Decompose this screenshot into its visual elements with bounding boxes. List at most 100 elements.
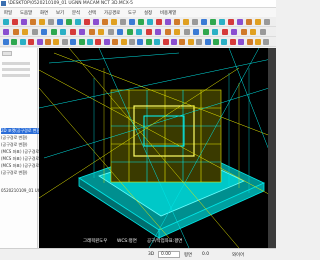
graphics-viewport[interactable]: 그래픽윈도우 WCS:평면 공구/작업좌표:평면: [39, 48, 276, 248]
toolbar-toolpath-icon[interactable]: [61, 39, 68, 45]
toolbar-toolpath-icon[interactable]: [103, 39, 110, 45]
toolbar-view-icon[interactable]: [126, 29, 133, 35]
toolbar-main-icon[interactable]: [12, 19, 18, 25]
toolbar-main-icon[interactable]: [84, 19, 90, 25]
toolbar-main-icon[interactable]: [3, 19, 9, 25]
status-plane[interactable]: 평면: [184, 252, 192, 258]
toolbar-toolpath-icon[interactable]: [78, 39, 85, 45]
toolbar-view-icon[interactable]: [31, 29, 38, 35]
toolbar-toolpath-icon[interactable]: [154, 39, 161, 45]
toolbar-view-icon[interactable]: [164, 29, 171, 35]
menu-tools[interactable]: 도구: [128, 10, 136, 16]
toolbar-view-icon[interactable]: [79, 29, 85, 35]
toolbar-view-icon[interactable]: [50, 29, 57, 35]
toolbar-toolpath-icon[interactable]: [238, 39, 245, 45]
toolbar-toolpath-icon[interactable]: [53, 39, 60, 45]
status-value-box[interactable]: 0.00: [158, 251, 180, 258]
toolbar-toolpath-icon[interactable]: [263, 39, 270, 45]
menu-help[interactable]: 도움말: [20, 10, 32, 16]
toolbar-toolpath-icon[interactable]: [145, 39, 152, 45]
toolbar-view-icon[interactable]: [60, 29, 66, 35]
toolbar-view-icon[interactable]: [88, 29, 95, 35]
toolbar-toolpath-icon[interactable]: [11, 39, 18, 45]
toolbar-view-icon[interactable]: [202, 29, 209, 35]
toolbar-main-icon[interactable]: [39, 19, 45, 25]
toolbar-toolpath-icon[interactable]: [28, 39, 35, 45]
menu-toolpath[interactable]: 가공경로: [104, 10, 120, 16]
toolbar-main-icon[interactable]: [111, 19, 117, 25]
toolbar-view-icon[interactable]: [117, 29, 123, 35]
toolbar-toolpath-icon[interactable]: [112, 39, 119, 45]
menu-select[interactable]: 선택: [88, 10, 96, 16]
toolbar-toolpath-icon[interactable]: [171, 39, 177, 45]
toolbar-view-icon[interactable]: [12, 29, 19, 35]
toolbar-view-icon[interactable]: [259, 29, 266, 35]
toolbar-view-icon[interactable]: [193, 29, 199, 35]
toolbar-main-icon[interactable]: [93, 19, 99, 25]
toolbar-toolpath-icon[interactable]: [187, 39, 194, 45]
toolbar-main-icon[interactable]: [138, 19, 144, 25]
status-3d[interactable]: 3D: [148, 252, 154, 257]
toolbar-view-icon[interactable]: [174, 29, 180, 35]
toolbar-main-icon[interactable]: [48, 19, 54, 25]
panel-tab[interactable]: [2, 51, 12, 56]
toolbar-main-icon[interactable]: [192, 19, 198, 25]
toolbar-main-icon[interactable]: [219, 19, 225, 25]
toolbar-main-icon[interactable]: [165, 19, 171, 25]
menu-view[interactable]: 보기: [56, 10, 64, 16]
toolbar-view-icon[interactable]: [107, 29, 114, 35]
toolbar-main-icon[interactable]: [228, 19, 234, 25]
toolbar-toolpath-icon[interactable]: [120, 39, 127, 45]
toolbar-view-icon[interactable]: [155, 29, 161, 35]
menu-analysis[interactable]: 분석: [72, 10, 80, 16]
toolbar-toolpath-icon[interactable]: [221, 39, 228, 45]
log-line[interactable]: (공구경로 변환): [1, 170, 27, 176]
log-line[interactable]: (공구경로 변환): [1, 142, 27, 148]
toolbar-main-icon[interactable]: [201, 19, 207, 25]
toolbar-view-icon[interactable]: [231, 29, 237, 35]
toolbar-view-icon[interactable]: [98, 29, 104, 35]
status-mode[interactable]: 와이어: [232, 252, 244, 258]
menu-settings[interactable]: 설정: [144, 10, 152, 16]
toolbar-toolpath-icon[interactable]: [137, 39, 144, 45]
toolbar-view-icon[interactable]: [183, 29, 190, 35]
toolbar-main-icon[interactable]: [120, 19, 126, 25]
toolbar-toolpath-icon[interactable]: [3, 39, 9, 45]
toolbar-main-icon[interactable]: [21, 19, 27, 25]
toolbar-main-icon[interactable]: [156, 19, 162, 25]
toolbar-toolpath-icon[interactable]: [95, 39, 102, 45]
log-line[interactable]: (MCS 좌표) (공구경로): [1, 149, 41, 155]
side-scrollbar[interactable]: [268, 48, 276, 248]
toolbar-toolpath-icon[interactable]: [87, 39, 93, 45]
toolbar-toolpath-icon[interactable]: [229, 39, 236, 45]
toolbar-main-icon[interactable]: [129, 19, 135, 25]
toolbar-main-icon[interactable]: [66, 19, 72, 25]
toolbar-main-icon[interactable]: [57, 19, 63, 25]
toolbar-view-icon[interactable]: [221, 29, 228, 35]
toolbar-main-icon[interactable]: [210, 19, 216, 25]
toolbar-toolpath-icon[interactable]: [129, 39, 135, 45]
menu-cost[interactable]: 비용계열: [160, 10, 176, 16]
toolbar-view-icon[interactable]: [250, 29, 256, 35]
toolbar-main-icon[interactable]: [147, 19, 153, 25]
toolbar-toolpath-icon[interactable]: [213, 39, 219, 45]
toolbar-view-icon[interactable]: [145, 29, 152, 35]
toolbar-toolpath-icon[interactable]: [179, 39, 186, 45]
toolbar-toolpath-icon[interactable]: [196, 39, 203, 45]
toolbar-main-icon[interactable]: [255, 19, 261, 25]
toolbar-toolpath-icon[interactable]: [246, 39, 253, 45]
toolbar-view-icon[interactable]: [22, 29, 28, 35]
toolbar-main-icon[interactable]: [102, 19, 108, 25]
toolbar-main-icon[interactable]: [264, 19, 270, 25]
toolbar-main-icon[interactable]: [75, 19, 81, 25]
toolbar-view-icon[interactable]: [41, 29, 47, 35]
menu-file[interactable]: 파일: [4, 10, 12, 16]
toolbar-main-icon[interactable]: [174, 19, 180, 25]
toolbar-toolpath-icon[interactable]: [204, 39, 211, 45]
log-line[interactable]: (MCS 좌표) (공구경로): [1, 163, 41, 169]
toolbar-view-icon[interactable]: [136, 29, 142, 35]
toolbar-toolpath-icon[interactable]: [36, 39, 43, 45]
toolbar-toolpath-icon[interactable]: [19, 39, 26, 45]
menu-screen[interactable]: 화면: [40, 10, 48, 16]
toolbar-main-icon[interactable]: [246, 19, 252, 25]
